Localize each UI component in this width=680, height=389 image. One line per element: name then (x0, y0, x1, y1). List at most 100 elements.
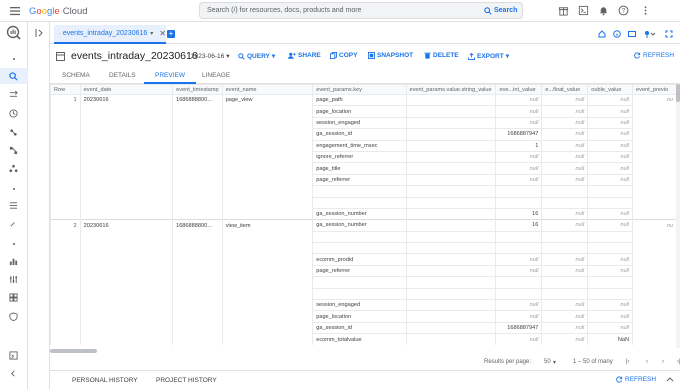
table-cell[interactable] (587, 185, 634, 198)
export-button[interactable]: EXPORT ▾ (468, 52, 509, 60)
table-cell[interactable] (405, 276, 497, 289)
table-cell[interactable]: null (541, 253, 589, 266)
results-per-page-select[interactable]: 50 (544, 359, 551, 365)
table-cell[interactable] (221, 128, 314, 141)
table-row[interactable]: page_referrer null null null (50, 173, 677, 186)
table-cell[interactable] (405, 207, 497, 220)
table-cell[interactable] (632, 128, 677, 141)
table-cell[interactable]: null (495, 93, 543, 106)
table-cell[interactable]: page_title (312, 162, 407, 175)
table-cell[interactable] (221, 288, 314, 300)
table-cell[interactable]: null (541, 128, 589, 141)
table-cell[interactable] (495, 196, 543, 209)
table-cell[interactable] (541, 185, 589, 198)
table-cell[interactable] (172, 276, 223, 289)
table-cell[interactable] (632, 197, 677, 209)
search-nav-icon[interactable] (7, 70, 20, 83)
snapshot-button[interactable]: SNAPSHOT (368, 52, 413, 59)
table-cell[interactable] (50, 128, 81, 141)
table-cell[interactable] (79, 288, 174, 300)
column-header[interactable]: e...float_value (541, 84, 589, 95)
table-cell[interactable]: 1 (495, 139, 543, 152)
table-cell[interactable] (79, 117, 174, 129)
shield-icon[interactable] (7, 310, 20, 323)
table-cell[interactable] (172, 208, 223, 220)
table-cell[interactable]: null (587, 299, 634, 311)
table-cell[interactable] (172, 197, 223, 209)
table-cell[interactable] (405, 150, 497, 163)
transfers-icon[interactable] (7, 88, 20, 101)
table-cell[interactable]: 2 (50, 219, 81, 232)
table-cell[interactable]: null (495, 299, 543, 311)
table-cell[interactable]: page_referrer (312, 173, 407, 186)
table-cell[interactable]: null (495, 310, 543, 323)
table-cell[interactable] (79, 253, 174, 266)
refresh-button[interactable]: REFRESH (634, 52, 674, 59)
tab-events-intraday[interactable]: events_intraday_20230616 ▾ ✕ (54, 25, 166, 44)
table-cell[interactable]: null (587, 264, 634, 277)
table-cell[interactable] (50, 174, 81, 186)
query-button[interactable]: QUERY ▾ (238, 52, 275, 60)
table-cell[interactable] (172, 174, 223, 186)
table-cell[interactable]: null (541, 207, 589, 220)
table-cell[interactable] (495, 242, 543, 254)
table-cell[interactable]: null (587, 139, 634, 152)
table-cell[interactable] (172, 265, 223, 277)
home-icon[interactable] (598, 30, 606, 38)
table-cell[interactable] (632, 162, 677, 175)
table-cell[interactable]: null (495, 253, 543, 266)
table-cell[interactable] (79, 310, 174, 323)
table-row[interactable] (50, 276, 677, 289)
column-header[interactable]: event_params.value.string_value (405, 84, 497, 95)
delete-button[interactable]: DELETE (424, 52, 459, 59)
column-header[interactable]: event_previo (632, 84, 677, 95)
table-cell[interactable]: null (495, 173, 543, 186)
table-cell[interactable]: null (541, 116, 589, 129)
table-cell[interactable]: page_location (312, 310, 407, 323)
table-cell[interactable] (632, 140, 677, 152)
search-placeholder[interactable]: Search (/) for resources, docs, products… (207, 7, 361, 14)
gift-icon[interactable] (558, 5, 569, 16)
table-cell[interactable] (50, 105, 81, 118)
table-cell[interactable]: null (541, 264, 589, 277)
table-row[interactable]: session_engaged null null null (50, 116, 677, 129)
table-cell[interactable] (50, 253, 81, 266)
table-cell[interactable] (405, 219, 497, 232)
table-cell[interactable] (50, 185, 81, 198)
table-cell[interactable] (221, 333, 314, 346)
table-row[interactable] (50, 185, 677, 198)
table-row[interactable]: engagement_time_msec 1 null null (50, 139, 677, 152)
table-cell[interactable] (632, 208, 677, 220)
table-cell[interactable]: null (541, 93, 589, 106)
copy-button[interactable]: COPY (330, 52, 357, 59)
table-row[interactable]: ecomm_prodid null null null (50, 253, 677, 266)
table-cell[interactable] (405, 116, 497, 129)
table-cell[interactable] (79, 299, 174, 311)
column-header[interactable]: eve...int_value (495, 84, 543, 95)
table-cell[interactable] (632, 265, 677, 277)
info-icon[interactable] (613, 30, 621, 38)
table-row[interactable]: ga_session_id 1686887947 null null (50, 321, 677, 334)
table-cell[interactable] (221, 185, 314, 198)
table-cell[interactable] (405, 196, 497, 209)
vertical-scrollbar-track[interactable] (676, 84, 680, 348)
table-cell[interactable] (587, 196, 634, 209)
release-notes-icon[interactable] (7, 349, 20, 362)
more-vert-icon[interactable] (640, 5, 651, 16)
table-cell[interactable] (79, 242, 174, 254)
column-header[interactable]: event_date (79, 84, 174, 95)
table-cell[interactable] (172, 242, 223, 254)
table-cell[interactable] (172, 105, 223, 118)
table-cell[interactable] (632, 174, 677, 186)
tab-schema[interactable]: SCHEMA (62, 72, 90, 79)
table-cell[interactable]: null (587, 105, 634, 118)
table-cell[interactable] (495, 276, 543, 289)
search-bar[interactable]: Search (/) for resources, docs, products… (199, 2, 523, 19)
table-cell[interactable] (221, 299, 314, 311)
table-cell[interactable]: null (495, 105, 543, 118)
table-cell[interactable] (312, 276, 407, 289)
table-cell[interactable] (79, 197, 174, 209)
table-cell[interactable]: null (587, 310, 634, 323)
table-cell[interactable] (172, 253, 223, 266)
table-cell[interactable] (541, 276, 589, 289)
